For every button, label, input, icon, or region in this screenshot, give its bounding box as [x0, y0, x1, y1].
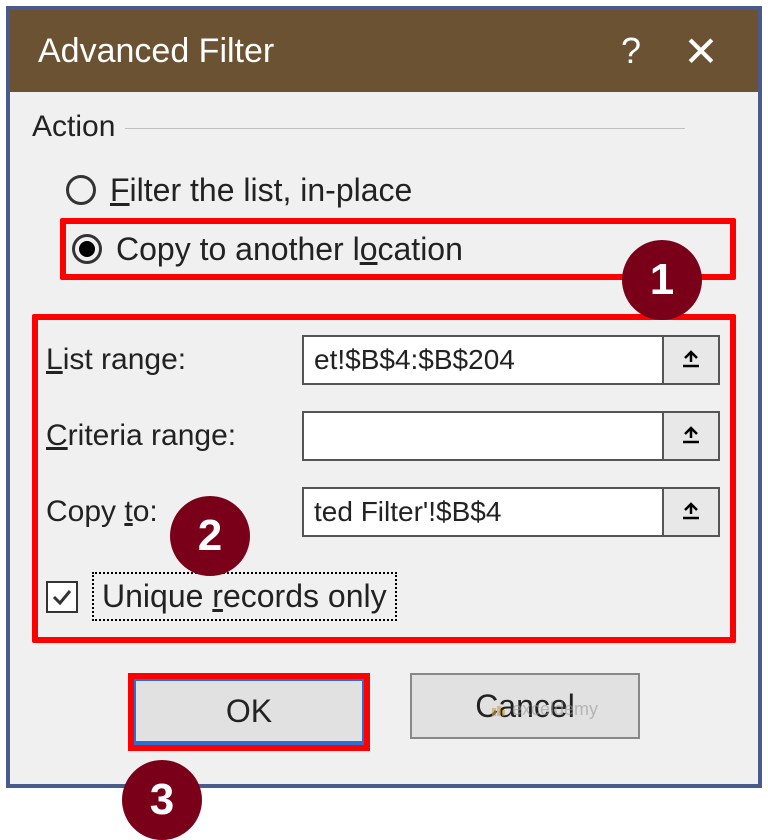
- radio-label: Filter the list, in-place: [110, 172, 412, 209]
- collapse-dialog-icon[interactable]: [664, 411, 720, 461]
- help-icon[interactable]: ?: [596, 30, 666, 72]
- criteria-range-input[interactable]: [302, 411, 664, 461]
- annotation-badge-2: 2: [170, 496, 250, 576]
- criteria-range-row: Criteria range:: [46, 404, 720, 468]
- list-range-row: List range: et!$B$4:$B$204: [46, 328, 720, 392]
- radio-label: Copy to another location: [116, 231, 463, 268]
- close-icon[interactable]: ✕: [666, 27, 736, 76]
- annotation-badge-3: 3: [122, 760, 202, 840]
- criteria-range-label: Criteria range:: [46, 419, 302, 453]
- collapse-dialog-icon[interactable]: [664, 487, 720, 537]
- list-range-input[interactable]: et!$B$4:$B$204: [302, 335, 664, 385]
- copy-to-input[interactable]: ted Filter'!$B$4: [302, 487, 664, 537]
- radio-icon: [72, 234, 102, 264]
- copy-to-row: Copy to: ted Filter'!$B$4: [46, 480, 720, 544]
- collapse-dialog-icon[interactable]: [664, 335, 720, 385]
- range-section: List range: et!$B$4:$B$204 Criteria rang…: [32, 314, 736, 643]
- radio-filter-in-place[interactable]: Filter the list, in-place: [60, 162, 736, 218]
- unique-records-label: Unique records only: [92, 572, 397, 621]
- watermark: exceldemy: [490, 699, 598, 720]
- unique-records-row[interactable]: Unique records only: [46, 572, 720, 621]
- action-group-label: Action: [32, 110, 736, 144]
- checkbox-icon: [46, 581, 78, 613]
- button-row: OK Cancel: [32, 673, 736, 769]
- list-range-label: List range:: [46, 343, 302, 377]
- watermark-text: exceldemy: [512, 699, 598, 720]
- radio-icon: [66, 175, 96, 205]
- dialog-body: 1 2 3 Action Filter the list, in-place C…: [10, 92, 758, 784]
- ok-highlight: OK: [128, 673, 370, 751]
- dialog-title: Advanced Filter: [38, 32, 596, 71]
- ok-button[interactable]: OK: [134, 679, 364, 745]
- annotation-badge-1: 1: [622, 240, 702, 320]
- watermark-icon: [490, 702, 506, 718]
- advanced-filter-dialog: Advanced Filter ? ✕ 1 2 3 Action Filter …: [10, 10, 758, 784]
- titlebar: Advanced Filter ? ✕: [10, 10, 758, 92]
